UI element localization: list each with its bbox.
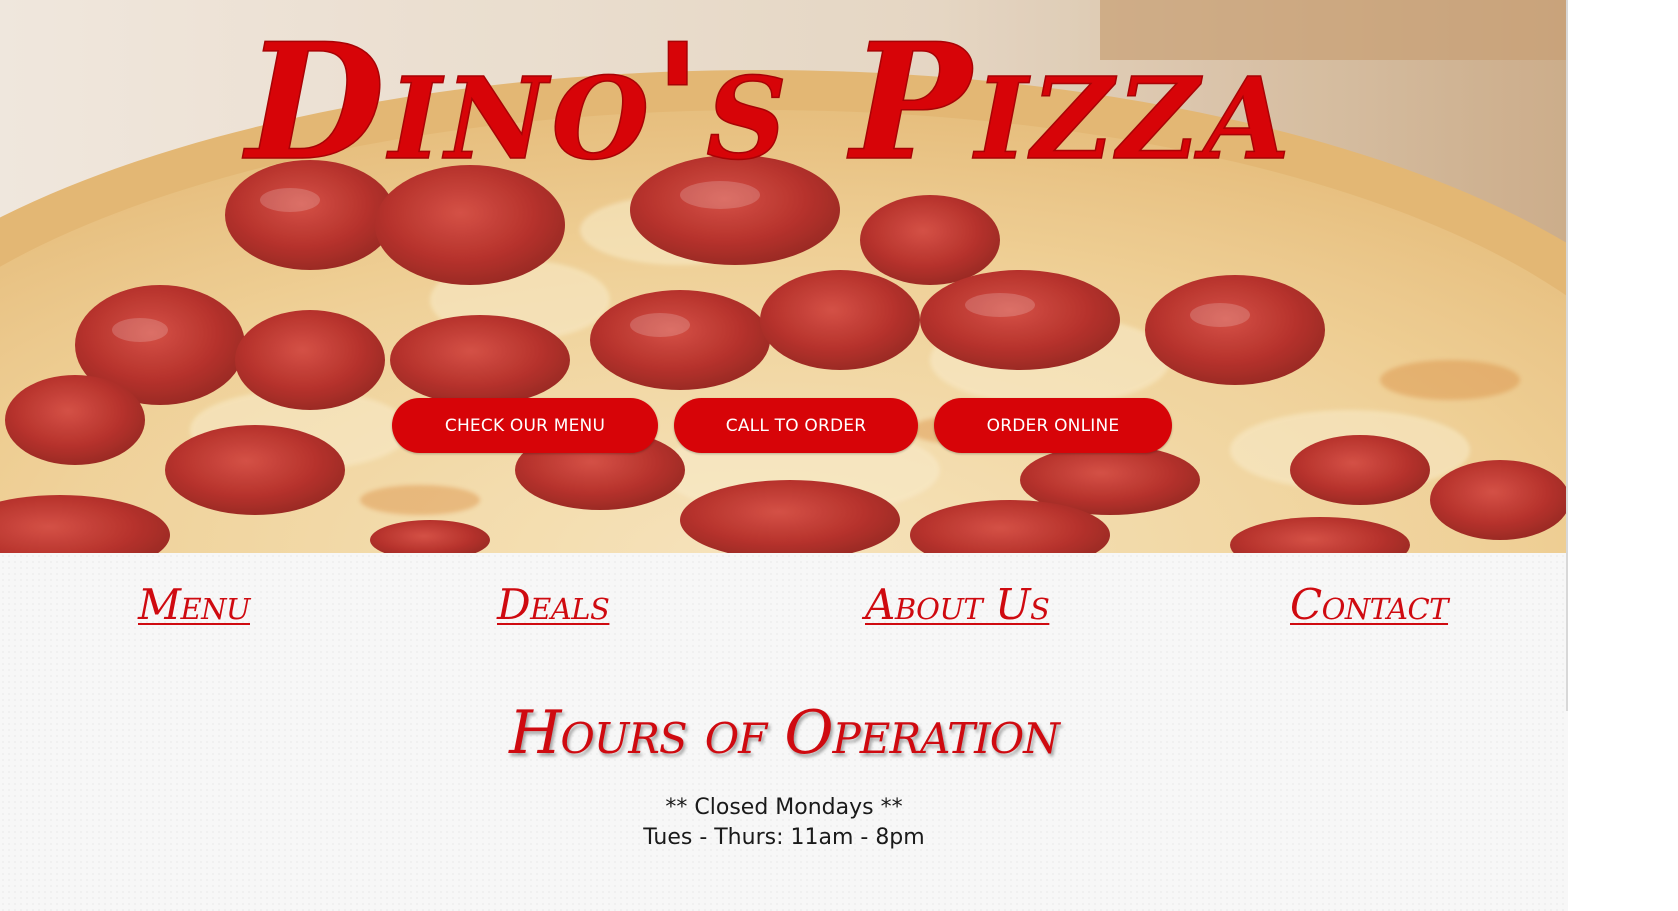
- brand-title-text: Dino's Pizza: [242, 8, 1294, 190]
- check-our-menu-button[interactable]: CHECK OUR MENU: [392, 398, 658, 453]
- call-to-order-label: CALL TO ORDER: [725, 415, 867, 436]
- call-to-order-button[interactable]: CALL TO ORDER: [674, 398, 918, 453]
- hero-banner: Dino's Pizza CHECK OUR MENU CALL TO ORDE…: [0, 0, 1568, 553]
- hours-list: ** Closed Mondays ** Tues - Thurs: 11am …: [0, 793, 1568, 853]
- nav-link-menu[interactable]: Menu: [138, 575, 251, 635]
- order-online-button[interactable]: ORDER ONLINE: [934, 398, 1172, 453]
- nav-link-about-us[interactable]: About Us: [865, 575, 1050, 635]
- hours-line-tues-thurs: Tues - Thurs: 11am - 8pm: [643, 825, 925, 850]
- nav-link-contact[interactable]: Contact: [1290, 575, 1449, 635]
- order-online-label: ORDER ONLINE: [986, 415, 1120, 436]
- scrollbar-track[interactable]: [1566, 0, 1568, 711]
- hours-line-closed: ** Closed Mondays **: [665, 795, 903, 820]
- check-our-menu-label: CHECK OUR MENU: [444, 415, 606, 436]
- hero-cta-group: CHECK OUR MENU CALL TO ORDER ORDER ONLIN…: [0, 398, 1568, 454]
- brand-logo-title: Dino's Pizza: [0, 0, 1568, 190]
- main-nav: Menu Deals About Us Contact: [0, 575, 1568, 645]
- main-content: Menu Deals About Us Contact Hours of Ope…: [0, 553, 1568, 911]
- nav-link-deals[interactable]: Deals: [497, 575, 610, 635]
- page-gutter: [1568, 0, 1678, 911]
- hours-heading: Hours of Operation: [509, 698, 1060, 768]
- page: Dino's Pizza CHECK OUR MENU CALL TO ORDE…: [0, 0, 1678, 911]
